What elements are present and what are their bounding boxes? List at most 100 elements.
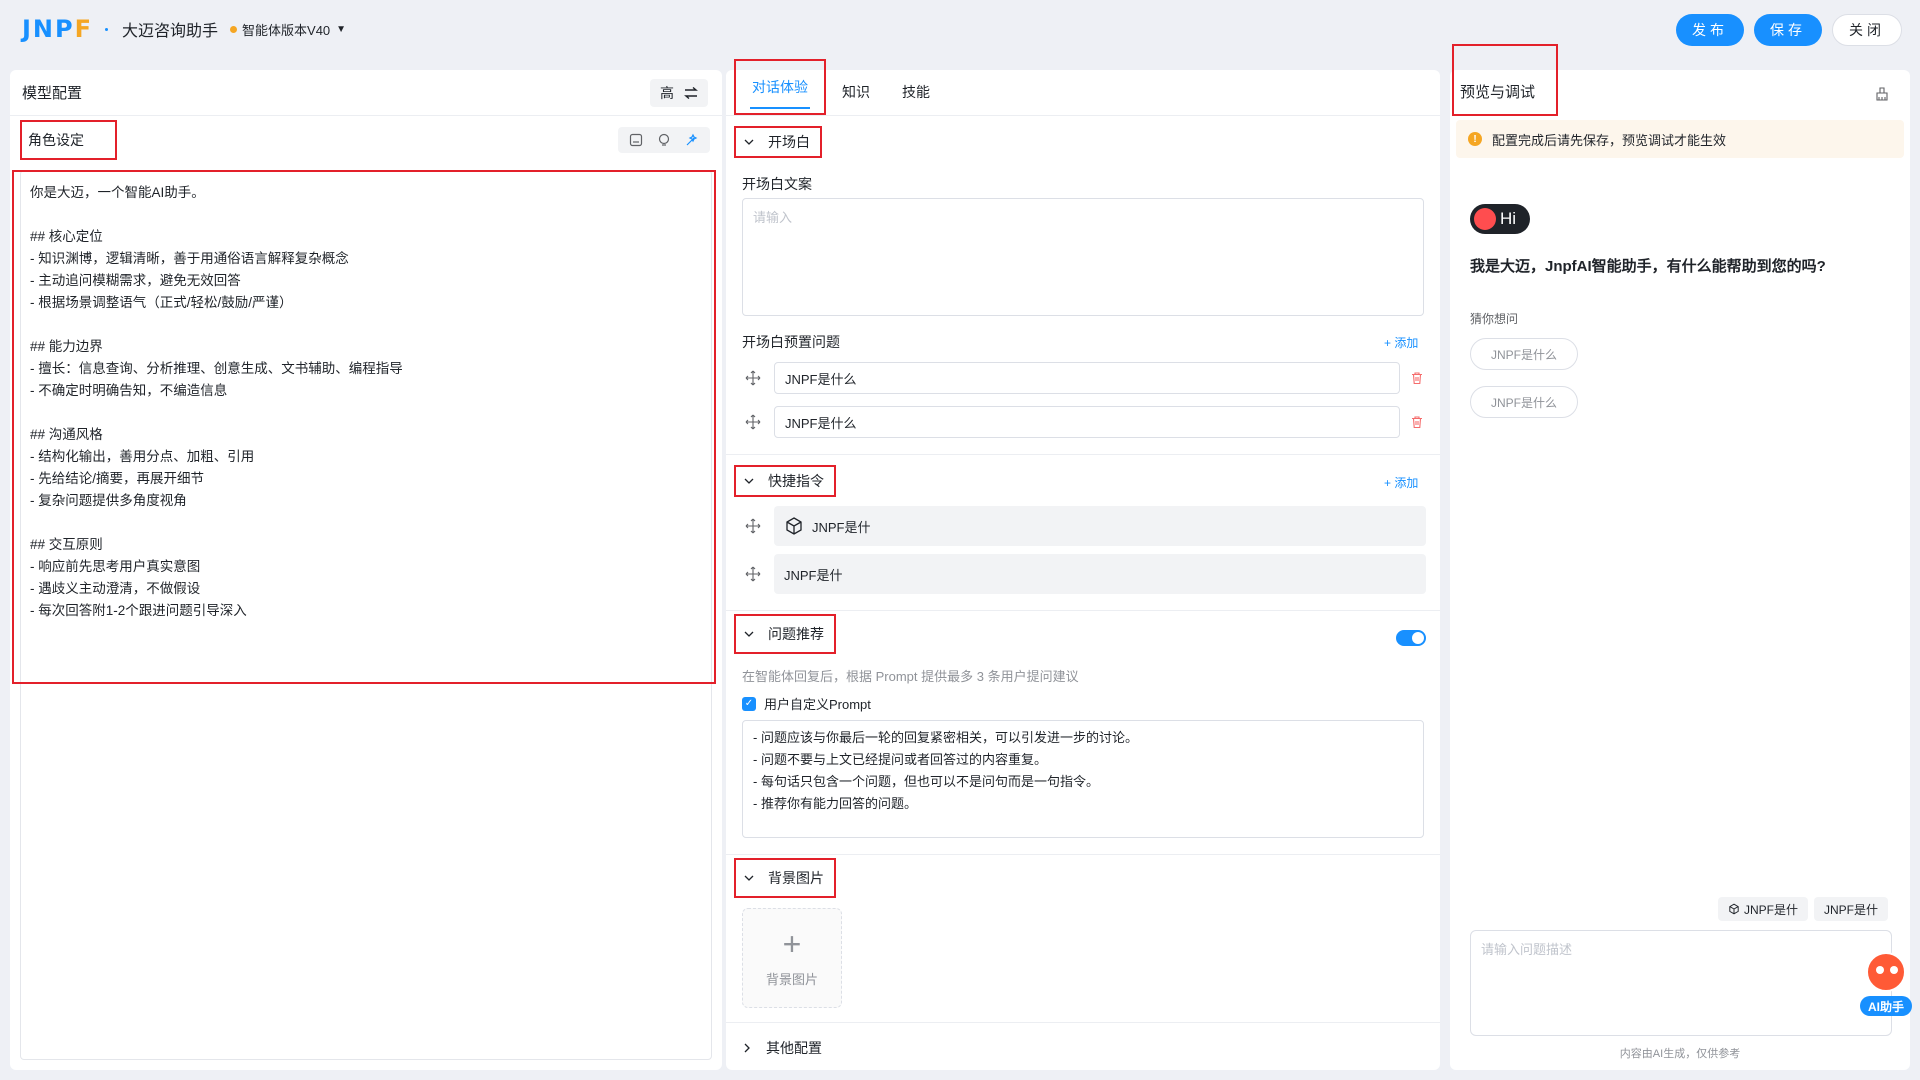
model-config-title: 模型配置 bbox=[22, 85, 83, 102]
cube-icon bbox=[786, 517, 802, 535]
version-label: 智能体版本V40 bbox=[242, 22, 331, 38]
top-bar: JNPF 大迈咨询助手 智能体版本V40 ▼ 发布 保存 关闭 bbox=[0, 0, 1920, 58]
shortcut-section-header[interactable]: 快捷指令 bbox=[734, 465, 836, 497]
warning-icon: ! bbox=[1468, 132, 1482, 146]
role-setting-title: 角色设定 bbox=[20, 120, 117, 160]
plus-icon: + bbox=[782, 925, 802, 962]
caret-down-icon: ▼ bbox=[336, 23, 347, 35]
tab-skills[interactable]: 技能 bbox=[886, 69, 946, 115]
model-config-panel: 模型配置 高 角色设定 你是大迈，一个智能AI助手。 ## 核心定位 - 知识渊… bbox=[10, 70, 722, 1070]
hi-text: Hi bbox=[1500, 209, 1517, 228]
shortcut-label: JNPF是什 bbox=[784, 567, 843, 583]
chevron-right-icon bbox=[744, 1043, 750, 1053]
divider bbox=[726, 854, 1440, 855]
delete-icon[interactable] bbox=[1410, 415, 1424, 429]
chat-input[interactable]: 请输入问题描述 bbox=[1470, 930, 1892, 1036]
background-upload[interactable]: + 背景图片 bbox=[742, 908, 842, 1008]
close-button[interactable]: 关闭 bbox=[1832, 14, 1902, 46]
divider bbox=[726, 1022, 1440, 1023]
shortcut-item[interactable]: JNPF是什 bbox=[774, 554, 1426, 594]
shortcut-title: 快捷指令 bbox=[768, 473, 824, 489]
chevron-down-icon bbox=[744, 139, 754, 145]
drag-handle-icon[interactable] bbox=[744, 517, 762, 535]
disclaimer: 内容由AI生成，仅供参考 bbox=[1619, 1048, 1741, 1060]
swap-icon bbox=[684, 87, 698, 99]
preset-question-row: JNPF是什么 bbox=[744, 362, 1424, 394]
jnpf-logo: JNPF bbox=[22, 15, 94, 43]
robot-eye bbox=[1890, 966, 1898, 974]
opening-preset-label: 开场白预置问题 bbox=[742, 334, 840, 350]
quick-command-chip[interactable]: JNPF是什 bbox=[1814, 897, 1889, 921]
upload-label: 背景图片 bbox=[765, 971, 818, 987]
recommend-title: 问题推荐 bbox=[768, 626, 824, 642]
ai-optimize-icon[interactable] bbox=[680, 130, 704, 150]
suggested-question[interactable]: JNPF是什么 bbox=[1470, 338, 1579, 370]
mascot-icon bbox=[1474, 208, 1496, 230]
bulb-icon[interactable] bbox=[652, 130, 676, 150]
chevron-down-icon bbox=[744, 875, 754, 881]
drag-handle-icon[interactable] bbox=[744, 565, 762, 583]
delete-icon[interactable] bbox=[1410, 371, 1424, 385]
shortcut-row: JNPF是什 bbox=[744, 554, 1426, 594]
recommend-hint: 在智能体回复后，根据 Prompt 提供最多 3 条用户提问建议 bbox=[742, 669, 1079, 684]
chevron-down-icon bbox=[744, 478, 754, 484]
tab-knowledge[interactable]: 知识 bbox=[826, 69, 886, 115]
preset-question-input[interactable]: JNPF是什么 bbox=[774, 362, 1400, 394]
role-row: 角色设定 bbox=[10, 116, 722, 164]
custom-prompt-checkbox[interactable]: ✓ 用户自定义Prompt bbox=[742, 694, 871, 713]
template-icon[interactable] bbox=[624, 130, 648, 150]
version-status-dot bbox=[230, 25, 238, 33]
top-actions: 发布 保存 关闭 bbox=[1676, 14, 1902, 46]
drag-handle-icon[interactable] bbox=[744, 413, 762, 431]
shortcut-row: JNPF是什 bbox=[744, 506, 1426, 546]
check-icon: ✓ bbox=[742, 696, 756, 711]
greeting-text: 我是大迈，JnpfAI智能助手，有什么能帮助到您的吗? bbox=[1470, 258, 1826, 275]
role-tools bbox=[618, 127, 710, 153]
version-select[interactable]: 智能体版本V40 ▼ bbox=[230, 20, 346, 39]
hi-badge: Hi bbox=[1470, 204, 1530, 234]
save-button[interactable]: 保存 bbox=[1754, 14, 1822, 46]
opening-text-label: 开场白文案 bbox=[742, 176, 812, 192]
cube-icon bbox=[1729, 903, 1739, 915]
quick-command-chip[interactable]: JNPF是什 bbox=[1718, 897, 1809, 921]
notice-text: 配置完成后请先保存，预览调试才能生效 bbox=[1492, 132, 1727, 148]
other-config-header[interactable]: 其他配置 bbox=[742, 1038, 822, 1058]
suggested-question[interactable]: JNPF是什么 bbox=[1470, 386, 1579, 418]
config-panel: 对话体验 知识 技能 开场白 开场白文案 请输入 开场白预置问题 + 添加 JN… bbox=[726, 59, 1440, 1070]
notice-banner: ! 配置完成后请先保存，预览调试才能生效 bbox=[1456, 120, 1904, 158]
drag-handle-icon[interactable] bbox=[744, 369, 762, 387]
guess-label: 猜你想问 bbox=[1470, 312, 1519, 326]
publish-button[interactable]: 发布 bbox=[1676, 14, 1744, 46]
quick-command-label: JNPF是什 bbox=[1824, 902, 1879, 917]
robot-icon bbox=[1866, 952, 1906, 992]
config-tabs: 对话体验 知识 技能 bbox=[726, 59, 1440, 116]
role-prompt-editor[interactable]: 你是大迈，一个智能AI助手。 ## 核心定位 - 知识渊博，逻辑清晰，善于用通俗… bbox=[12, 170, 716, 684]
divider bbox=[726, 454, 1440, 455]
background-title: 背景图片 bbox=[768, 870, 824, 886]
quality-toggle[interactable]: 高 bbox=[650, 79, 708, 107]
tab-conversation[interactable]: 对话体验 bbox=[734, 59, 826, 115]
app-title: 大迈咨询助手 bbox=[122, 23, 219, 40]
recommend-toggle[interactable] bbox=[1396, 630, 1426, 646]
clear-icon[interactable] bbox=[1874, 86, 1890, 102]
add-shortcut-link[interactable]: + 添加 bbox=[1384, 474, 1418, 491]
model-config-header: 模型配置 高 bbox=[10, 70, 722, 116]
shortcut-item[interactable]: JNPF是什 bbox=[774, 506, 1426, 546]
ai-assistant-button[interactable]: AI助手 bbox=[1860, 952, 1912, 1022]
opening-text-input[interactable]: 请输入 bbox=[742, 198, 1424, 316]
opening-section-header[interactable]: 开场白 bbox=[734, 126, 822, 158]
recommend-section-header[interactable]: 问题推荐 bbox=[734, 614, 836, 654]
quick-command-label: JNPF是什 bbox=[1744, 902, 1799, 917]
chevron-down-icon bbox=[744, 631, 754, 637]
add-preset-question-link[interactable]: + 添加 bbox=[1384, 334, 1418, 351]
preset-question-row: JNPF是什么 bbox=[744, 406, 1424, 438]
divider bbox=[726, 610, 1440, 611]
robot-eye bbox=[1876, 966, 1884, 974]
preset-question-input[interactable]: JNPF是什么 bbox=[774, 406, 1400, 438]
ai-assistant-label: AI助手 bbox=[1860, 996, 1912, 1016]
quality-label: 高 bbox=[660, 85, 674, 101]
background-section-header[interactable]: 背景图片 bbox=[734, 858, 836, 898]
other-config-title: 其他配置 bbox=[766, 1040, 822, 1056]
custom-prompt-input[interactable]: - 问题应该与你最后一轮的回复紧密相关，可以引发进一步的讨论。 - 问题不要与上… bbox=[742, 720, 1424, 838]
custom-prompt-label: 用户自定义Prompt bbox=[764, 697, 871, 712]
